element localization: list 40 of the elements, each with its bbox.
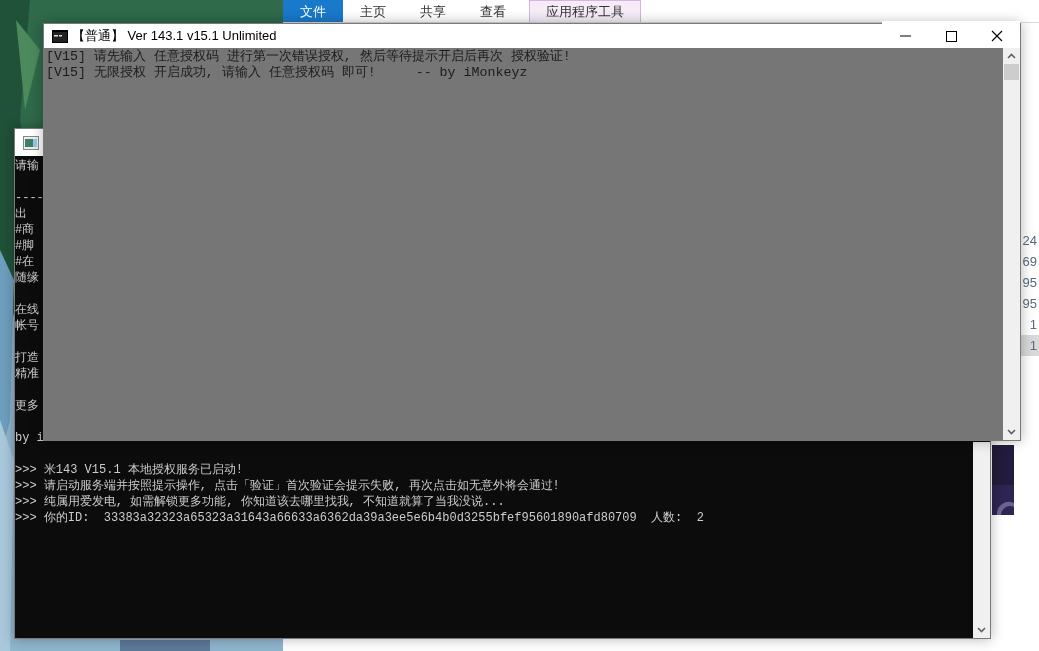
scrollbar[interactable] bbox=[973, 442, 990, 638]
console-line: ---- bbox=[15, 190, 44, 206]
list-cell[interactable]: 24 bbox=[1020, 230, 1039, 251]
window-title: 【普通】 Ver 143.1 v15.1 Unlimited bbox=[72, 27, 277, 45]
console-line: #商 bbox=[15, 222, 35, 238]
list-cell[interactable]: 1 bbox=[1020, 314, 1039, 335]
maximize-icon bbox=[945, 30, 957, 42]
console-line: >>> 请启动服务端并按照提示操作, 点击「验证」首次验证会提示失败, 再次点击如无意外将会通过! bbox=[15, 478, 560, 494]
console-line: 在线 bbox=[15, 302, 39, 318]
ribbon-tab[interactable]: 文件 bbox=[283, 0, 343, 22]
console-line: >>> 纯属用爱发电, 如需解锁更多功能, 你知道该去哪里找我, 不知道就算了当我没说... bbox=[15, 494, 505, 510]
console-line: [V15] 无限授权 开启成功, 请输入 任意授权码 即可! -- by iMonkeyz bbox=[46, 65, 528, 81]
console-line: 请输 bbox=[15, 158, 39, 174]
scroll-down-icon[interactable] bbox=[1007, 429, 1016, 435]
close-icon bbox=[991, 30, 1003, 42]
ribbon-tab[interactable]: 应用程序工具 bbox=[529, 0, 641, 22]
console-line: 出 bbox=[15, 206, 27, 222]
ribbon-tab[interactable]: 主页 bbox=[343, 0, 403, 22]
console-line: by i bbox=[15, 430, 44, 446]
console-icon bbox=[52, 29, 68, 43]
list-cell[interactable]: 95 bbox=[1020, 293, 1039, 314]
scroll-thumb[interactable] bbox=[1004, 64, 1019, 80]
console-line: 随缘 bbox=[15, 270, 39, 286]
scroll-up-icon[interactable] bbox=[1007, 53, 1016, 59]
console-line: #在 bbox=[15, 254, 35, 270]
list-cell[interactable]: 69 bbox=[1020, 251, 1039, 272]
minimize-icon bbox=[899, 35, 911, 37]
console-line: 精准 bbox=[15, 366, 39, 382]
ribbon-tab[interactable]: 共享 bbox=[403, 0, 463, 22]
console-line: >>> 米143 V15.1 本地授权服务已启动! bbox=[15, 462, 244, 478]
console-line: 帐号 bbox=[15, 318, 39, 334]
ribbon-tab[interactable]: 查看 bbox=[463, 0, 523, 22]
window-app-icon bbox=[23, 135, 39, 150]
console-line: 更多 bbox=[15, 398, 39, 414]
scrollbar[interactable] bbox=[1003, 48, 1020, 440]
console-line: 打造 bbox=[15, 350, 39, 366]
console-line: >>> 你的ID: 33383a32323a65323a31643a66633a6362da39a3ee5e6b4b0d3255bfef95601890afd80709 人数: 2 bbox=[15, 510, 704, 526]
console-line: #脚 bbox=[15, 238, 35, 254]
scroll-down-icon[interactable] bbox=[977, 627, 986, 633]
list-cell[interactable]: 95 bbox=[1020, 272, 1039, 293]
